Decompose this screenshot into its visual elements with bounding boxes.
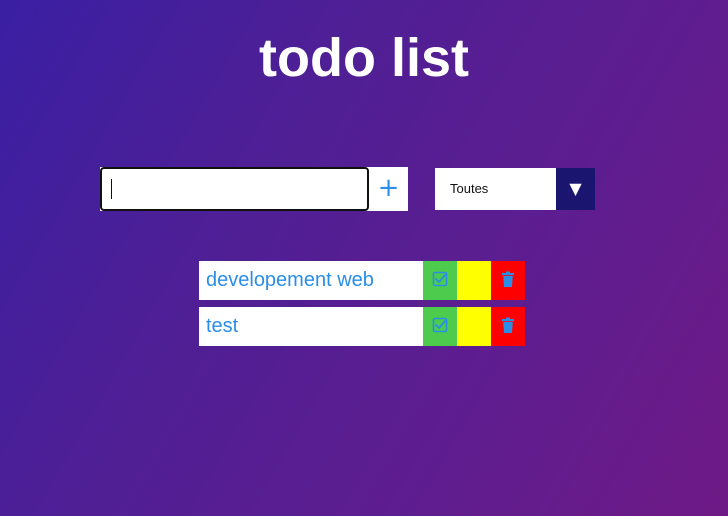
text-caret <box>111 179 112 199</box>
todo-list: developement web test <box>199 261 525 353</box>
checkbox-check-icon <box>432 317 448 333</box>
todo-text: test <box>206 315 239 337</box>
edit-button[interactable] <box>457 261 491 300</box>
todo-form: + <box>100 167 408 211</box>
add-todo-button[interactable]: + <box>369 167 408 211</box>
delete-button[interactable] <box>491 261 525 300</box>
plus-icon: + <box>377 173 400 203</box>
complete-button[interactable] <box>423 261 457 300</box>
caret-down-icon[interactable]: ▼ <box>556 168 595 210</box>
checkbox-check-icon <box>432 271 448 287</box>
delete-button[interactable] <box>491 307 525 346</box>
edit-button[interactable] <box>457 307 491 346</box>
todo-input[interactable] <box>100 167 369 211</box>
filter-select[interactable]: Toutes ▼ <box>435 168 595 210</box>
trash-icon <box>502 317 514 333</box>
complete-button[interactable] <box>423 307 457 346</box>
page-title: todo list <box>259 28 469 88</box>
todo-item: test <box>199 307 525 346</box>
todo-item: developement web <box>199 261 525 300</box>
todo-text: developement web <box>206 269 374 291</box>
filter-selected-value: Toutes <box>450 181 489 196</box>
trash-icon <box>502 271 514 287</box>
